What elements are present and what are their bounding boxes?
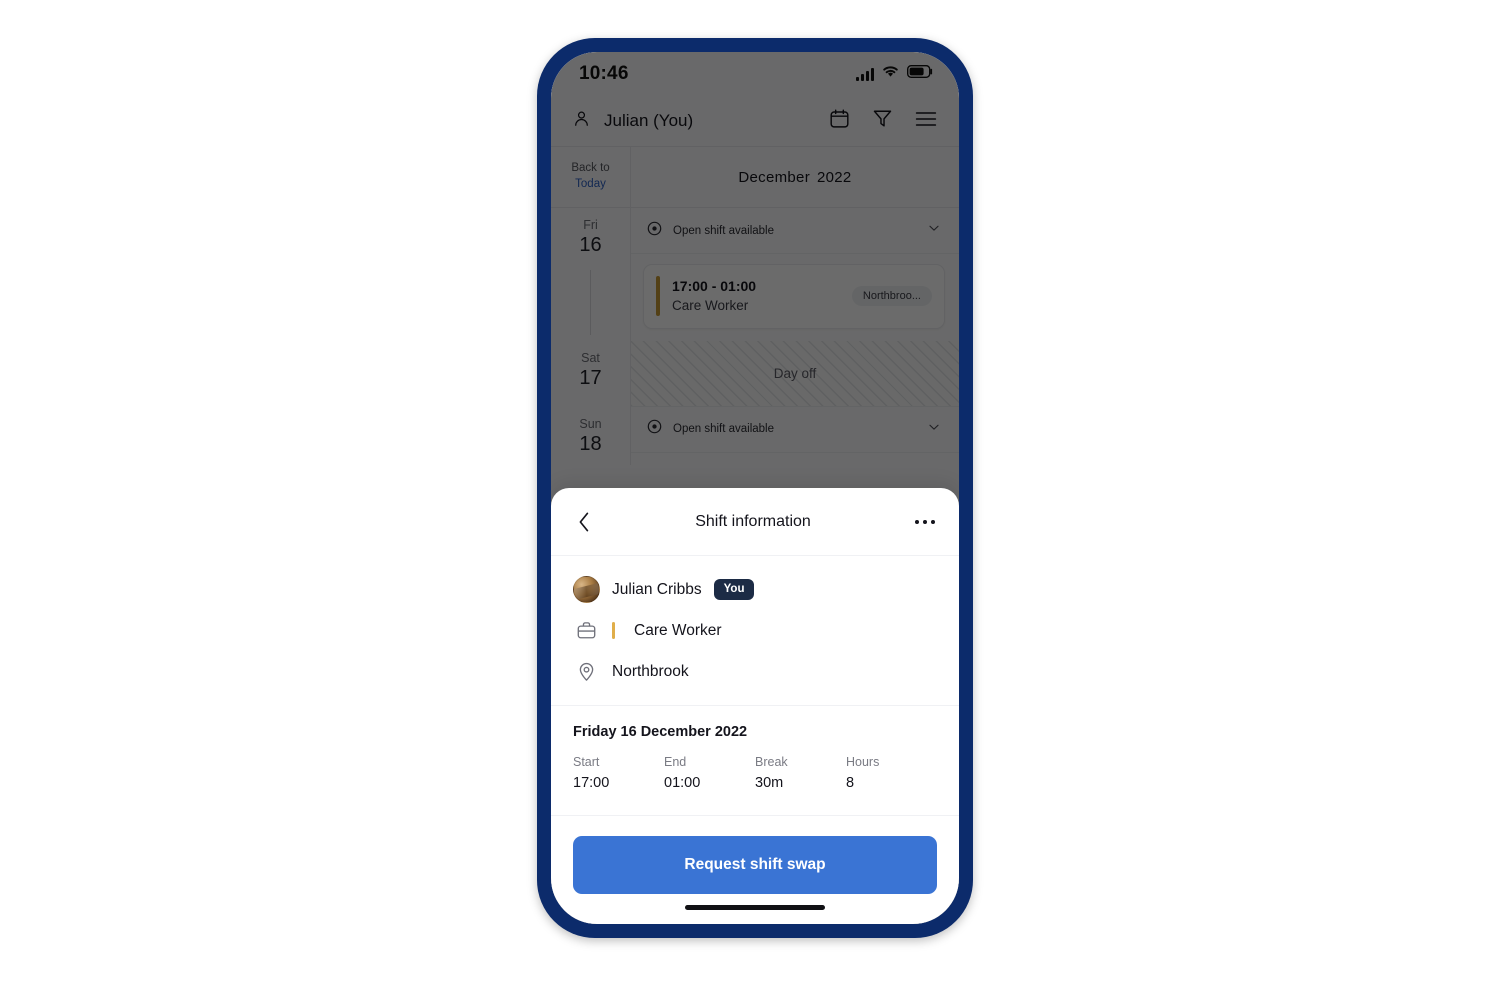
back-to-today-button[interactable]: Back to Today (551, 147, 631, 207)
day-divider-line (590, 270, 591, 335)
role-text: Care Worker (634, 621, 722, 639)
assignee-row: Julian Cribbs You (573, 576, 937, 603)
you-badge: You (713, 578, 755, 601)
shift-assignee-block: Julian Cribbs You Care Worker Northbrook (551, 556, 959, 706)
field-value: 01:00 (664, 774, 701, 791)
day-of-week: Fri (583, 218, 598, 232)
shift-time: 17:00 - 01:00 (672, 278, 757, 294)
shift-role: Care Worker (672, 298, 749, 314)
status-time: 10:46 (579, 63, 629, 84)
back-to-today-line2: Today (575, 178, 606, 190)
map-pin-icon (573, 658, 600, 685)
filter-icon[interactable] (872, 108, 893, 134)
shift-field-hours: Hours 8 (846, 754, 937, 795)
day-number: 17 (579, 366, 602, 389)
app-header: Julian (You) (551, 96, 959, 146)
day-row: Fri 16 Open shift available 17:00 - 01:0… (551, 208, 959, 341)
field-label: Start (573, 755, 600, 769)
avatar (573, 576, 600, 603)
day-row: Sat 17 Day off (551, 340, 959, 407)
day-column: Fri 16 (551, 208, 631, 341)
request-shift-swap-button[interactable]: Request shift swap (573, 835, 937, 894)
status-bar: 10:46 (551, 52, 959, 96)
chevron-left-icon[interactable] (573, 511, 595, 533)
field-label: Break (755, 755, 788, 769)
shift-schedule-block: Friday 16 December 2022 Start 17:00 End … (551, 706, 959, 816)
screenshot-canvas: 10:46 Julian (You) Back to Today Decembe… (0, 0, 1500, 982)
month-label: December 2022 (631, 147, 959, 207)
year-value: 2022 (817, 168, 852, 186)
phone-screen: 10:46 Julian (You) Back to Today Decembe… (551, 52, 959, 924)
wifi-icon (882, 65, 899, 83)
day-content: Open shift available 17:00 - 01:00 Care … (631, 208, 959, 341)
field-label: End (664, 755, 687, 769)
sheet-header: Shift information (551, 488, 959, 556)
month-name: December (738, 168, 810, 186)
day-of-week: Sat (581, 350, 600, 365)
calendar-icon[interactable] (829, 108, 850, 134)
location-row: Northbrook (573, 658, 937, 685)
shift-card-body: 17:00 - 01:00 Care Worker (672, 276, 852, 316)
header-actions (829, 108, 937, 134)
field-value: 8 (846, 774, 855, 791)
hamburger-menu-icon[interactable] (915, 110, 937, 133)
open-shift-label: Open shift available (673, 423, 775, 436)
shift-field-break: Break 30m (755, 754, 846, 795)
day-number: 16 (579, 234, 602, 256)
role-row: Care Worker (573, 617, 937, 644)
open-shift-label: Open shift available (673, 224, 775, 237)
open-shift-row[interactable]: Open shift available (631, 407, 959, 453)
person-icon (573, 110, 590, 132)
day-column: Sat 17 (551, 340, 631, 407)
open-shift-icon (647, 419, 662, 439)
role-accent-bar (612, 622, 615, 639)
open-shift-row[interactable]: Open shift available (631, 208, 959, 254)
battery-icon (906, 64, 933, 83)
back-to-today-line1: Back to (571, 162, 610, 175)
field-label: Hours (846, 755, 880, 769)
header-user-name: Julian (You) (604, 111, 694, 130)
day-number: 18 (579, 432, 602, 455)
day-off-block: Day off (631, 340, 959, 407)
assignee-name: Julian Cribbs (612, 580, 702, 598)
shift-field-start: Start 17:00 (573, 754, 664, 795)
shift-card[interactable]: 17:00 - 01:00 Care Worker Northbroo... (643, 264, 945, 329)
shift-field-end: End 01:00 (664, 754, 755, 795)
day-row: Sun 18 Open shift available (551, 406, 959, 465)
day-content: Open shift available (631, 407, 959, 465)
chevron-down-icon[interactable] (927, 420, 941, 439)
shift-date: Friday 16 December 2022 (573, 724, 748, 740)
briefcase-icon (573, 617, 600, 644)
more-options-icon[interactable] (911, 519, 935, 524)
chevron-down-icon[interactable] (927, 221, 941, 240)
field-value: 30m (755, 774, 784, 791)
shift-location-chip: Northbroo... (851, 285, 932, 306)
day-of-week: Sun (579, 416, 602, 431)
shift-time-grid: Start 17:00 End 01:00 Break 30m Hours 8 (573, 754, 937, 795)
home-indicator (685, 905, 825, 910)
open-shift-icon (647, 221, 662, 241)
day-content: Day off (631, 340, 959, 407)
day-column: Sun 18 (551, 406, 631, 465)
shift-accent-bar (656, 276, 660, 316)
cellular-signal-icon (856, 67, 874, 81)
status-icons (856, 64, 933, 83)
location-text: Northbrook (612, 662, 689, 680)
sheet-action-area: Request shift swap (551, 816, 959, 894)
field-value: 17:00 (573, 774, 610, 791)
shift-information-sheet: Shift information Julian Cribbs You Care… (551, 488, 959, 924)
month-bar: Back to Today December 2022 (551, 146, 959, 208)
sheet-title: Shift information (695, 512, 811, 530)
